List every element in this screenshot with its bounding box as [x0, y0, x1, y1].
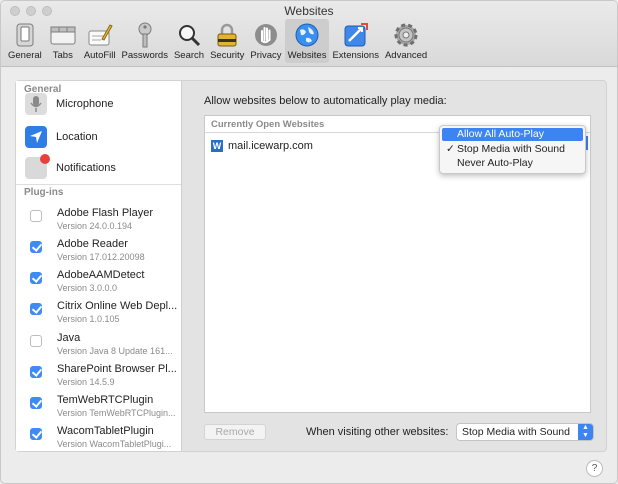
sidebar-divider	[16, 184, 181, 185]
plugin-checkbox[interactable]	[30, 241, 42, 253]
plugin-name: TemWebRTCPlugin	[57, 394, 154, 406]
lock-icon	[212, 21, 242, 48]
tabs-icon	[48, 21, 78, 48]
preferences-window: Websites General Tabs AutoFill Passwords…	[0, 0, 618, 484]
table-row[interactable]: W mail.icewarp.com	[211, 140, 313, 152]
plugin-version: Version TemWebRTCPlugin...	[57, 408, 176, 418]
plugin-item[interactable]: Java Version Java 8 Update 161...	[30, 332, 180, 360]
toolbar-general[interactable]: General	[5, 19, 45, 63]
plugin-checkbox[interactable]	[30, 366, 42, 378]
toolbar-label: General	[8, 50, 42, 61]
plugin-version: Version WacomTabletPlugi...	[57, 439, 172, 449]
key-icon	[130, 21, 160, 48]
plugin-version: Version 17.012.20098	[57, 252, 145, 262]
menu-item-label: Never Auto-Play	[457, 157, 533, 169]
toolbar-websites[interactable]: Websites	[284, 19, 330, 63]
plugin-version: Version Java 8 Update 161...	[57, 346, 173, 356]
toolbar-label: Security	[210, 50, 245, 61]
toolbar-autofill[interactable]: AutoFill	[81, 19, 119, 63]
plugin-name: Java	[57, 332, 81, 344]
toolbar-label: Tabs	[52, 50, 73, 61]
general-icon	[10, 21, 40, 48]
toolbar-label: Extensions	[332, 50, 379, 61]
chevron-updown-icon: ▲ ▼	[578, 424, 593, 440]
titlebar: Websites General Tabs AutoFill Passwords…	[1, 1, 617, 67]
plugin-name: Adobe Reader	[57, 238, 128, 250]
microphone-icon	[25, 93, 47, 115]
plugin-item[interactable]: SharePoint Browser Pl... Version 14.5.9	[30, 363, 180, 391]
toolbar-label: AutoFill	[83, 50, 116, 61]
autofill-icon	[85, 21, 115, 48]
preferences-toolbar: General Tabs AutoFill Passwords Search S…	[5, 19, 430, 63]
toolbar-label: Privacy	[250, 50, 282, 61]
toolbar-label: Websites	[287, 50, 327, 61]
plugin-item[interactable]: Adobe Reader Version 17.012.20098	[30, 238, 180, 266]
menu-item-stop-media[interactable]: ✓ Stop Media with Sound	[442, 143, 583, 156]
plugin-name: WacomTabletPlugin	[57, 425, 154, 437]
location-arrow-icon	[25, 126, 47, 148]
plugin-version: Version 1.0.105	[57, 314, 120, 324]
plugin-name: SharePoint Browser Pl...	[57, 363, 177, 375]
other-websites-label: When visiting other websites:	[306, 426, 449, 438]
plugin-version: Version 3.0.0.0	[57, 283, 118, 293]
plugin-checkbox[interactable]	[30, 303, 42, 315]
websites-sidebar[interactable]: General Microphone Location Notification…	[16, 81, 182, 451]
menu-item-never[interactable]: Never Auto-Play	[442, 157, 583, 170]
websites-pane: General Microphone Location Notification…	[15, 80, 607, 452]
site-name: mail.icewarp.com	[228, 140, 313, 152]
search-icon	[174, 21, 204, 48]
other-websites-select[interactable]: Stop Media with Sound ▲ ▼	[456, 423, 594, 441]
sidebar-item-label: Location	[56, 131, 98, 143]
sidebar-section-plugins: Plug-ins	[24, 187, 64, 198]
plugin-item[interactable]: Adobe Flash Player Version 24.0.0.194	[30, 207, 180, 235]
window-title: Websites	[284, 4, 334, 18]
sidebar-item-location[interactable]: Location	[25, 126, 98, 148]
sidebar-item-microphone[interactable]: Microphone	[25, 93, 113, 115]
plugin-item[interactable]: WacomTabletPlugin Version WacomTabletPlu…	[30, 425, 180, 451]
plugin-item[interactable]: TemWebRTCPlugin Version TemWebRTCPlugin.…	[30, 394, 180, 422]
toolbar-label: Passwords	[121, 50, 168, 61]
puzzle-icon	[341, 21, 371, 48]
hand-icon	[251, 21, 281, 48]
toolbar-security[interactable]: Security	[207, 19, 247, 63]
toolbar-advanced[interactable]: Advanced	[382, 19, 430, 63]
plugin-name: Adobe Flash Player	[57, 207, 153, 219]
select-value: Stop Media with Sound	[462, 426, 570, 438]
help-button[interactable]: ?	[586, 460, 603, 477]
menu-item-allow-all[interactable]: Allow All Auto-Play	[442, 128, 583, 141]
toolbar-tabs[interactable]: Tabs	[45, 19, 81, 63]
toolbar-search[interactable]: Search	[171, 19, 207, 63]
autoplay-popup-menu[interactable]: Allow All Auto-Play ✓ Stop Media with So…	[439, 125, 586, 174]
remove-button[interactable]: Remove	[204, 424, 266, 440]
plugin-checkbox[interactable]	[30, 210, 42, 222]
plugin-name: AdobeAAMDetect	[57, 269, 145, 281]
toolbar-passwords[interactable]: Passwords	[119, 19, 171, 63]
plugin-item[interactable]: AdobeAAMDetect Version 3.0.0.0	[30, 269, 180, 297]
gear-icon	[391, 21, 421, 48]
menu-item-label: Allow All Auto-Play	[457, 128, 544, 140]
toolbar-label: Advanced	[384, 50, 428, 61]
autoplay-description: Allow websites below to automatically pl…	[204, 95, 447, 107]
toolbar-privacy[interactable]: Privacy	[247, 19, 284, 63]
plugin-checkbox[interactable]	[30, 335, 42, 347]
plugin-checkbox[interactable]	[30, 272, 42, 284]
notifications-icon	[25, 154, 50, 179]
toolbar-label: Search	[173, 50, 205, 61]
websites-table[interactable]: Currently Open Websites W mail.icewarp.c…	[204, 115, 591, 413]
notification-badge	[40, 154, 50, 164]
sidebar-item-notifications[interactable]: Notifications	[25, 154, 116, 179]
plugin-item[interactable]: Citrix Online Web Depl... Version 1.0.10…	[30, 300, 180, 328]
plugin-version: Version 14.5.9	[57, 377, 115, 387]
icewarp-site-icon: W	[211, 140, 223, 152]
plugin-name: Citrix Online Web Depl...	[57, 300, 178, 312]
globe-icon	[292, 21, 322, 48]
plugin-version: Version 24.0.0.194	[57, 221, 133, 231]
plugin-checkbox[interactable]	[30, 428, 42, 440]
plugin-checkbox[interactable]	[30, 397, 42, 409]
checkmark-icon: ✓	[446, 143, 455, 155]
toolbar-extensions[interactable]: Extensions	[329, 19, 381, 63]
menu-item-label: Stop Media with Sound	[457, 143, 565, 155]
sidebar-item-label: Notifications	[56, 162, 116, 174]
sidebar-item-label: Microphone	[56, 98, 114, 110]
